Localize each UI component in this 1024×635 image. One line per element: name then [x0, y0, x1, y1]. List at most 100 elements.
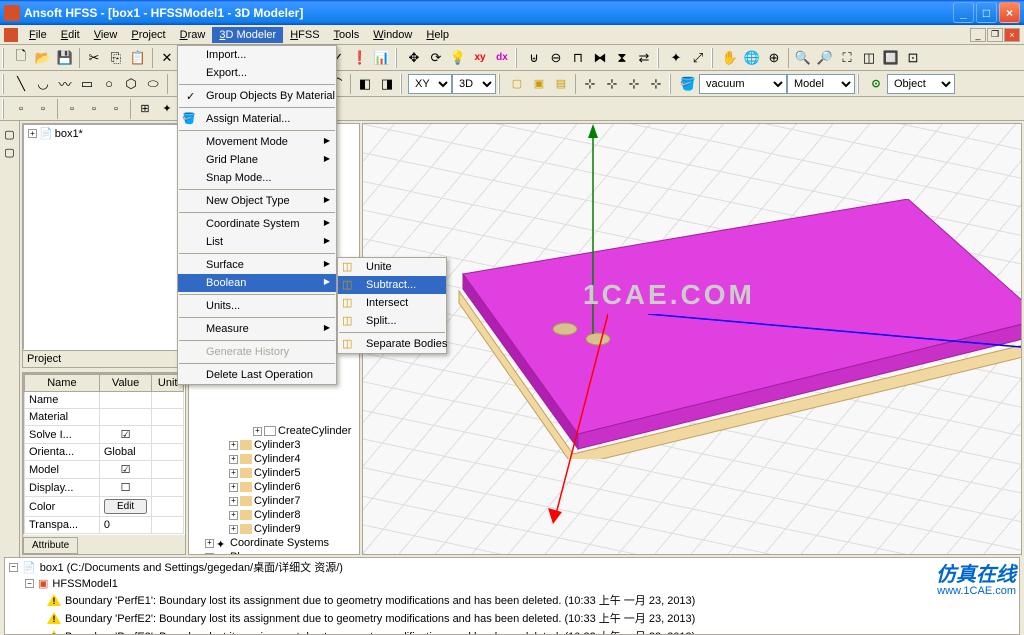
snap6-button[interactable]: ⊞ — [134, 98, 156, 120]
axis-button[interactable]: ✦ — [665, 47, 687, 69]
menuitem-boolean[interactable]: Boolean — [178, 274, 336, 292]
zoomout-button[interactable]: 🔎 — [814, 47, 836, 69]
cs3-button[interactable]: ⊹ — [623, 73, 645, 95]
mdi-close-button[interactable]: × — [1004, 28, 1020, 42]
col-value[interactable]: Value — [99, 375, 152, 392]
tree-item[interactable]: + Cylinder3 — [189, 438, 359, 452]
prop-row[interactable]: Material — [25, 409, 184, 426]
menuitem-assign-material-[interactable]: 🪣Assign Material... — [178, 110, 336, 128]
circle-button[interactable]: ○ — [98, 73, 120, 95]
menuitem-units-[interactable]: Units... — [178, 297, 336, 315]
menuitem-export-[interactable]: Export... — [178, 64, 336, 82]
space-select[interactable]: 3D — [452, 74, 496, 94]
menuitem-group-objects-by-material[interactable]: Group Objects By Material — [178, 87, 336, 105]
tree-item[interactable]: + Cylinder9 — [189, 522, 359, 536]
expander-icon[interactable]: + — [229, 469, 238, 478]
submenuitem-subtract-[interactable]: ◫Subtract... — [338, 276, 446, 294]
object-select[interactable]: Object — [887, 74, 955, 94]
menuitem-delete-last-operation[interactable]: Delete Last Operation — [178, 366, 336, 384]
prop-row[interactable]: Model☑ — [25, 461, 184, 479]
tree-item[interactable]: + CreateCylinder — [189, 424, 359, 438]
tool-f[interactable]: ❗ — [349, 47, 371, 69]
tool-g[interactable]: 📊 — [371, 47, 393, 69]
vt1[interactable]: ▢ — [1, 125, 19, 143]
edit-color-button[interactable]: Edit — [104, 499, 148, 514]
message-log[interactable]: − 📄 box1 (C:/Documents and Settings/gege… — [4, 557, 1020, 635]
cut-button[interactable]: ✂ — [83, 47, 105, 69]
tree-item[interactable]: + Cylinder6 — [189, 480, 359, 494]
subtract-button[interactable]: ⊖ — [545, 47, 567, 69]
menuitem-grid-plane[interactable]: Grid Plane — [178, 151, 336, 169]
tree-item[interactable]: + Cylinder7 — [189, 494, 359, 508]
prop-row[interactable]: ColorEdit — [25, 497, 184, 517]
zoomfit-button[interactable]: ⛶ — [836, 47, 858, 69]
prop-row[interactable]: Name — [25, 392, 184, 409]
save-button[interactable]: 💾 — [54, 47, 76, 69]
menuitem-coordinate-system[interactable]: Coordinate System — [178, 215, 336, 233]
prop-row[interactable]: Display...☐ — [25, 479, 184, 497]
expander-icon[interactable]: − — [25, 579, 34, 588]
open-button[interactable]: 📂 — [32, 47, 54, 69]
snap5-button[interactable]: ▫ — [105, 98, 127, 120]
sel-button[interactable]: ⊙ — [865, 73, 887, 95]
sweep-button[interactable]: ◧ — [354, 73, 376, 95]
zoomin-button[interactable]: 🔍 — [792, 47, 814, 69]
menu-file[interactable]: File — [22, 27, 54, 43]
cs2-button[interactable]: ⊹ — [601, 73, 623, 95]
minimize-button[interactable]: _ — [953, 2, 974, 23]
menu-window[interactable]: Window — [366, 27, 419, 43]
snap7-button[interactable]: ✦ — [156, 98, 178, 120]
menu-3d-modeler[interactable]: Import...Export...Group Objects By Mater… — [177, 45, 337, 385]
paint-button[interactable]: 🪣 — [677, 73, 699, 95]
material-select[interactable]: vacuum — [699, 74, 787, 94]
viewport-3d[interactable]: 1CAE.COM — [362, 123, 1022, 555]
project-tree[interactable]: + 📄 box1* — [23, 124, 185, 350]
arc-button[interactable]: ◡ — [32, 73, 54, 95]
polygon-button[interactable]: ⬡ — [120, 73, 142, 95]
shade-button[interactable]: ▣ — [528, 73, 550, 95]
menuitem-surface[interactable]: Surface — [178, 256, 336, 274]
new-button[interactable]: 🗋 — [10, 47, 32, 69]
vt2[interactable]: ▢ — [1, 143, 19, 161]
menu-draw[interactable]: Draw — [173, 27, 213, 43]
menu-view[interactable]: View — [87, 27, 125, 43]
close-button[interactable]: × — [999, 2, 1020, 23]
rect-button[interactable]: ▭ — [76, 73, 98, 95]
submenuitem-split-[interactable]: ◫Split... — [338, 312, 446, 330]
menuitem-movement-mode[interactable]: Movement Mode — [178, 133, 336, 151]
zoomall-button[interactable]: ⊡ — [902, 47, 924, 69]
light-button[interactable]: 💡 — [447, 47, 469, 69]
prop-row[interactable]: Orienta...Global — [25, 444, 184, 461]
menuitem-new-object-type[interactable]: New Object Type — [178, 192, 336, 210]
expander-icon[interactable]: + — [28, 129, 37, 138]
model-select[interactable]: Model — [787, 74, 855, 94]
intersect-button[interactable]: ⊓ — [567, 47, 589, 69]
menu-hfss[interactable]: HFSS — [283, 27, 326, 43]
orbit2-button[interactable]: ⊕ — [763, 47, 785, 69]
tree-item[interactable]: + Cylinder4 — [189, 452, 359, 466]
rotate-button[interactable]: ⟳ — [425, 47, 447, 69]
menu-edit[interactable]: Edit — [54, 27, 87, 43]
snap4-button[interactable]: ▫ — [83, 98, 105, 120]
mdi-minimize-button[interactable]: _ — [970, 28, 986, 42]
expander-icon[interactable]: + — [229, 497, 238, 506]
mdi-restore-button[interactable]: ❐ — [987, 28, 1003, 42]
menuitem-measure[interactable]: Measure — [178, 320, 336, 338]
snap2-button[interactable]: ▫ — [32, 98, 54, 120]
submenu-boolean[interactable]: ◫Unite◫Subtract...◫Intersect◫Split...◫Se… — [337, 257, 447, 354]
split-button[interactable]: ⧓ — [589, 47, 611, 69]
expander-icon[interactable]: + — [229, 525, 238, 534]
submenuitem-separate-bodies[interactable]: ◫Separate Bodies — [338, 335, 446, 353]
copy-button[interactable]: ⎘ — [105, 47, 127, 69]
prop-row[interactable]: Transpa...0 — [25, 517, 184, 534]
delete-button[interactable]: ✕ — [156, 47, 178, 69]
menuitem-list[interactable]: List — [178, 233, 336, 251]
orbit-button[interactable]: 🌐 — [741, 47, 763, 69]
properties-tab[interactable]: Attribute — [23, 537, 78, 554]
zoomsel-button[interactable]: ◫ — [858, 47, 880, 69]
tree-item[interactable]: + Cylinder5 — [189, 466, 359, 480]
cs4-button[interactable]: ⊹ — [645, 73, 667, 95]
snap1-button[interactable]: ▫ — [10, 98, 32, 120]
hand-button[interactable]: ✋ — [719, 47, 741, 69]
submenuitem-intersect[interactable]: ◫Intersect — [338, 294, 446, 312]
